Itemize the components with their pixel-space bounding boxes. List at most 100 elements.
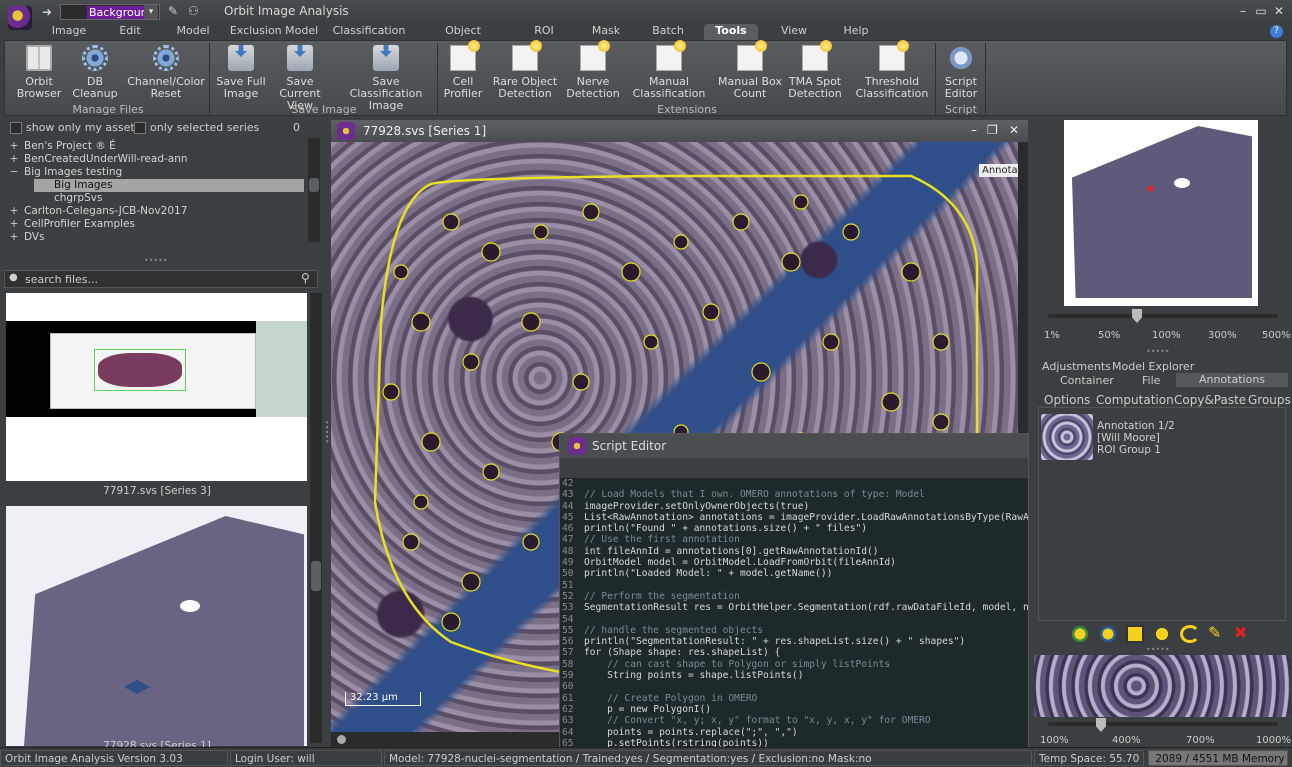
image-thumbnail[interactable] [6,293,307,481]
code-line[interactable]: 61 // Create Polygon in OMERO [560,693,1028,704]
help-icon[interactable]: ? [1270,25,1283,38]
code-line[interactable]: 45 List<RawAnnotation> annotations = imag… [560,512,1028,523]
menu-roi[interactable]: ROI [524,24,564,40]
delete-annotation-icon[interactable]: ✖ [1234,623,1247,642]
chevron-down-icon[interactable]: ▾ [144,5,158,19]
tab-groups[interactable]: Groups [1248,393,1291,407]
only-selected-series-checkbox[interactable] [134,122,146,134]
tree-item[interactable]: + CellProfiler Examples [4,218,308,231]
minimize-icon[interactable]: – [971,123,977,137]
zoom-slider-thumb[interactable] [1132,309,1142,323]
cell-profiler-button[interactable]: Cell Profiler [439,40,487,101]
import-annotation-icon[interactable] [1098,625,1118,643]
detail-thumbnail[interactable] [1034,655,1290,717]
code-line[interactable]: 43 // Load Models that I own. OMERO annot… [560,489,1028,500]
code-line[interactable]: 53 SegmentationResult res = OrbitHelper.S… [560,602,1028,613]
save-classification-image-button[interactable]: Save Classification Image [337,43,435,112]
code-line[interactable]: 64 points = points.replace(";", ",") [560,727,1028,738]
save-full-image-button[interactable]: Save Full Image [211,43,271,101]
detail-zoom-slider[interactable] [1048,722,1278,726]
code-line[interactable]: 46 println("Found " + annotations.size() … [560,523,1028,534]
annotation-thumbnail[interactable] [1041,414,1093,460]
image-thumbnail[interactable] [6,506,307,746]
threshold-classification-button[interactable]: Threshold Classification [851,40,933,101]
close-icon[interactable]: ✕ [1009,123,1019,137]
tree-item[interactable]: chgrpSvs [34,192,304,205]
search-icon[interactable]: ⚲ [301,271,310,285]
edit-annotation-icon[interactable]: ✎ [1208,623,1221,642]
splitter-handle[interactable]: ••••• [1146,645,1170,654]
close-icon[interactable]: ✕ [1272,4,1286,18]
menu-object-detection[interactable]: Object Detection [418,24,508,51]
db-cleanup-button[interactable]: DB Cleanup [65,43,125,101]
code-line[interactable]: 57 for (Shape shape: res.shapeList) { [560,647,1028,658]
manual-classification-button[interactable]: Manual Classification [631,40,707,101]
splitter-handle[interactable]: ••••• [322,420,331,444]
nerve-detection-button[interactable]: Nerve Detection [563,40,623,101]
code-line[interactable]: 63 // Convert "x, y; x, y" format to "x,… [560,715,1028,726]
tree-item[interactable]: − Big Images testing [4,166,308,179]
code-line[interactable]: 52 // Perform the segmentation [560,591,1028,602]
tab-adjustments[interactable]: Adjustments [1042,360,1111,373]
tab-copy-paste[interactable]: Copy&Paste [1174,393,1246,407]
tma-spot-detection-button[interactable]: TMA Spot Detection [783,40,847,101]
menu-exclusion-model[interactable]: Exclusion Model [228,24,320,40]
code-line[interactable]: 56 println("SegmentationResult: " + res.s… [560,636,1028,647]
maximize-icon[interactable]: ▭ [1254,4,1268,18]
code-line[interactable]: 62 p = new PolygonI() [560,704,1028,715]
overview-thumbnail[interactable] [1064,120,1258,306]
menu-batch[interactable]: Batch [646,24,690,40]
thumbnail-scrollbar[interactable] [310,293,322,743]
tree-item[interactable]: + DVs [4,231,308,242]
annotation-name[interactable]: Annotation 1/2 [1097,420,1175,432]
zoom-slider[interactable] [1048,314,1278,318]
code-line[interactable]: 60 [560,681,1028,692]
save-current-view-button[interactable]: Save Current View [267,43,333,112]
code-line[interactable]: 48 int fileAnnId = annotations[0].getRawA… [560,546,1028,557]
tab-container[interactable]: Container [1060,374,1114,387]
tab-computation[interactable]: Computation [1096,393,1174,407]
menu-classification[interactable]: Classification [330,24,408,40]
menu-help[interactable]: Help [836,24,876,40]
tree-scrollbar[interactable] [308,138,320,242]
tab-file[interactable]: File [1142,374,1160,387]
group-annotation-icon[interactable] [1152,625,1172,643]
detail-zoom-thumb[interactable] [1096,718,1106,732]
tab-annotations[interactable]: Annotations [1176,373,1288,387]
menu-tools[interactable]: Tools [704,24,758,40]
menu-image[interactable]: Image [44,24,94,40]
code-line[interactable]: 42 [560,478,1028,489]
code-line[interactable]: 47 // Use the first annotation [560,534,1028,545]
code-line[interactable]: 58 // can cast shape to Polygon or simpl… [560,659,1028,670]
select-annotation-icon[interactable] [1126,625,1144,643]
restore-icon[interactable]: ❐ [987,123,998,137]
show-only-assets-checkbox[interactable] [10,122,22,134]
tree-item[interactable]: + Carlton-Celegans-JCB-Nov2017 [4,205,308,218]
tree-item-selected[interactable]: Big Images [34,179,304,192]
refresh-annotation-icon[interactable] [1180,625,1200,643]
code-line[interactable]: 59 String points = shape.listPoints() [560,670,1028,681]
script-editor-button[interactable]: Script Editor [939,43,983,101]
code-line[interactable]: 50 println("Loaded Model: " + model.getNa… [560,568,1028,579]
background-color-select[interactable]: Background ▾ [60,4,160,20]
menu-mask[interactable]: Mask [586,24,626,40]
code-line[interactable]: 51 [560,580,1028,591]
splitter-handle[interactable]: ••••• [144,256,168,265]
tree-item[interactable]: + Ben's Project ® É [4,140,308,153]
add-annotation-icon[interactable] [1070,625,1090,643]
splitter-handle[interactable]: ••••• [1146,347,1170,356]
orbit-browser-button[interactable]: Orbit Browser [9,43,69,101]
code-line[interactable]: 54 [560,614,1028,625]
code-line[interactable]: 49 OrbitModel model = OrbitModel.LoadFrom… [560,557,1028,568]
binoculars-icon[interactable]: ⚇ [188,4,199,18]
rare-object-detection-button[interactable]: Rare Object Detection [491,40,559,101]
channel-color-reset-button[interactable]: Channel/Color Reset [125,43,207,101]
tree-item[interactable]: + BenCreatedUnderWill-read-ann [4,153,308,166]
code-line[interactable]: 44 imageProvider.setOnlyOwnerObjects(true… [560,501,1028,512]
pointer-tool-icon[interactable]: ➜ [42,5,52,19]
menu-model[interactable]: Model [168,24,218,40]
pin-icon[interactable]: ✎ [168,4,178,18]
memory-meter[interactable]: 2089 / 4551 MB Memory [1148,750,1288,766]
code-area[interactable]: 42 43 // Load Models that I own. OMERO ann… [560,478,1028,748]
menu-edit[interactable]: Edit [108,24,152,40]
